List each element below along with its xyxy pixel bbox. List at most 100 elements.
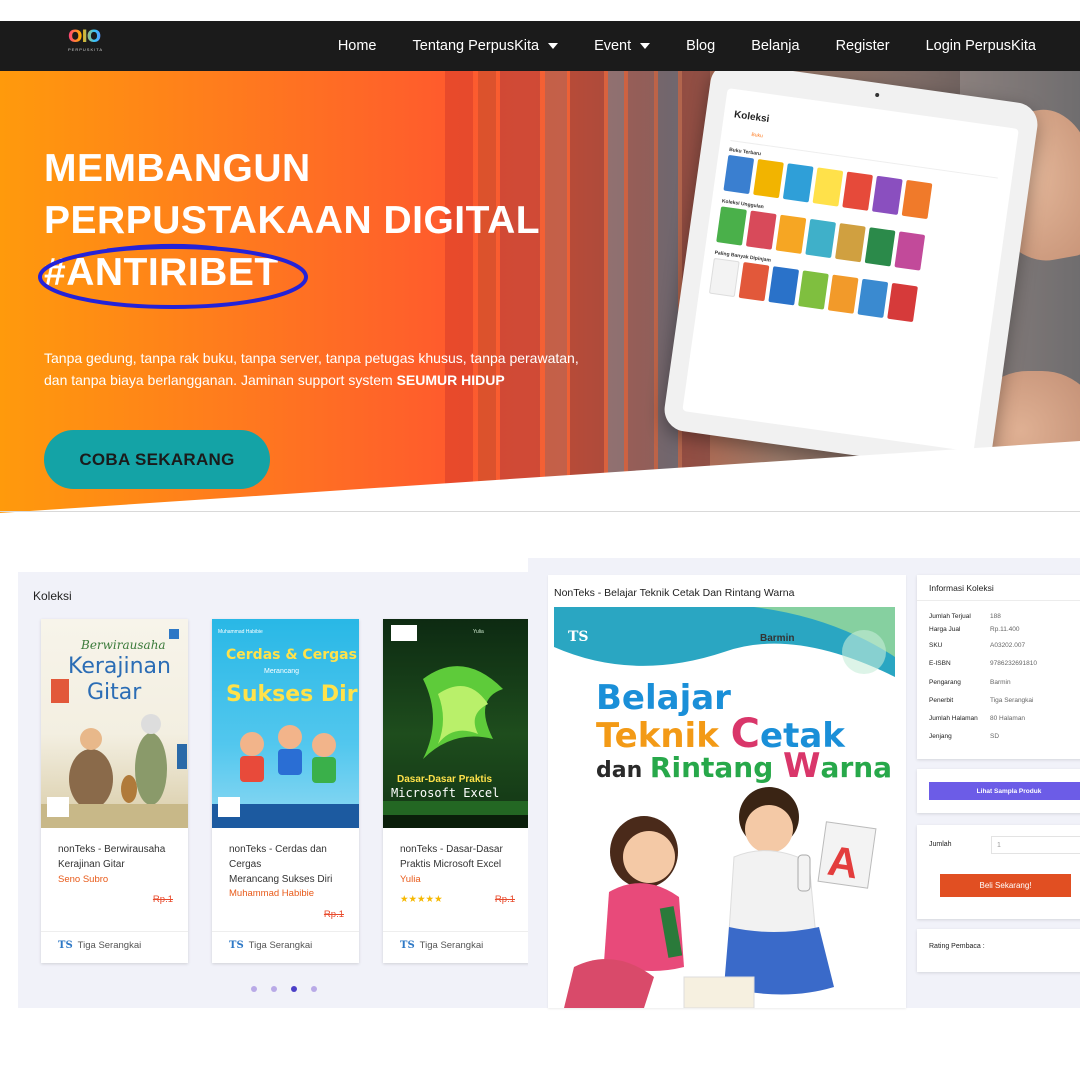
hero-title-line2: PERPUSTAKAAN DIGITAL xyxy=(44,199,541,242)
info-row: Pengarang Barmin xyxy=(929,679,1080,686)
cover-title-1: Cerdas & Cergas xyxy=(226,647,357,663)
book-card[interactable]: Berwirausaha Kerajinan Gitar nonTeks - B… xyxy=(41,619,188,963)
quantity-input[interactable]: 1 xyxy=(991,836,1080,854)
book-publisher: TS Tiga Serangkai xyxy=(229,940,312,951)
lihat-sample-button[interactable]: Lihat Sampla Produk xyxy=(929,782,1080,800)
book-price: Rp.1 xyxy=(323,909,344,920)
info-value: SD xyxy=(990,733,1000,740)
book-card[interactable]: Muhammad Habibie Cerdas & Cergas Meranca… xyxy=(212,619,359,963)
nav-register-label: Register xyxy=(835,38,890,54)
publisher-name: Tiga Serangkai xyxy=(419,940,484,951)
book-title-line3: Merancang Sukses Diri xyxy=(229,874,333,885)
nav-tentang[interactable]: Tentang PerpusKita xyxy=(395,38,577,54)
publisher-logo-icon: TS xyxy=(229,940,244,951)
info-key: SKU xyxy=(929,642,943,649)
nav-belanja[interactable]: Belanja xyxy=(733,38,817,54)
cover-author: Barmin xyxy=(760,633,794,644)
book-title-line1: nonTeks - Cerdas dan xyxy=(229,844,327,855)
nav-event-label: Event xyxy=(594,38,632,54)
publisher-logo-icon: TS xyxy=(58,940,73,951)
nav-home[interactable]: Home xyxy=(320,38,395,54)
book-title[interactable]: nonTeks - Cerdas dan Cergas Merancang Su… xyxy=(229,842,349,887)
cover-illustration: Yulia Dasar-Dasar Praktis Microsoft Exce… xyxy=(383,625,530,828)
product-title: NonTeks - Belajar Teknik Cetak Dan Rinta… xyxy=(554,587,795,599)
info-divider xyxy=(917,600,1080,601)
info-key: E-ISBN xyxy=(929,660,951,667)
carousel-dot-active[interactable] xyxy=(291,986,297,992)
book-title-line1: nonTeks - Dasar-Dasar xyxy=(400,844,503,855)
book-title[interactable]: nonTeks - Berwirausaha Kerajinan Gitar xyxy=(58,842,178,872)
cover-author: Muhammad Habibie xyxy=(218,629,263,635)
logo-mark: OIO xyxy=(68,29,108,46)
publisher-name: Tiga Serangkai xyxy=(77,940,142,951)
book-title-line1: nonTeks - Berwirausaha xyxy=(58,844,166,855)
info-row: Jumlah Terjual 188 xyxy=(929,613,1080,620)
publisher-logo-icon: TS xyxy=(400,940,415,951)
info-value: 9786232691810 xyxy=(990,660,1037,667)
coba-sekarang-button[interactable]: COBA SEKARANG xyxy=(44,430,270,489)
book-card[interactable]: Yulia Dasar-Dasar Praktis Microsoft Exce… xyxy=(383,619,530,963)
info-key: Jumlah Halaman xyxy=(929,715,978,722)
hero-description-emphasis: SEUMUR HIDUP xyxy=(396,372,505,388)
info-row: Penerbit Tiga Serangkai xyxy=(929,697,1080,704)
hero-title-line1: MEMBANGUN xyxy=(44,147,311,190)
carousel-dot[interactable] xyxy=(271,986,277,992)
rating-card: Rating Pembaca : xyxy=(917,929,1080,972)
book-title-line2: Cergas xyxy=(229,859,262,870)
book-author[interactable]: Muhammad Habibie xyxy=(229,888,314,899)
perpuskita-logo[interactable]: OIO PERPUSKITA xyxy=(68,29,108,61)
nav-blog[interactable]: Blog xyxy=(668,38,733,54)
info-value: Tiga Serangkai xyxy=(990,697,1034,704)
info-value: 188 xyxy=(990,613,1001,620)
card-divider xyxy=(383,931,530,932)
caret-down-icon xyxy=(640,43,651,49)
card-divider xyxy=(212,931,359,932)
info-value: Rp.11.400 xyxy=(990,626,1020,633)
nav-register[interactable]: Register xyxy=(818,38,908,54)
book-publisher: TS Tiga Serangkai xyxy=(400,940,483,951)
cover-line3d: arna xyxy=(821,751,893,784)
hand-drawn-circle-icon xyxy=(38,243,308,309)
beli-sekarang-button[interactable]: Beli Sekarang! xyxy=(940,874,1071,897)
book-title[interactable]: nonTeks - Dasar-Dasar Praktis Microsoft … xyxy=(400,842,520,872)
cover-title-2: Microsoft Excel xyxy=(391,786,499,800)
info-value: 80 Halaman xyxy=(990,715,1026,722)
star-rating-icon: ★★★★★ xyxy=(400,894,443,905)
page: OIO PERPUSKITA Home Tentang PerpusKita E… xyxy=(0,0,1080,1080)
nav-menu: Home Tentang PerpusKita Event Blog Belan… xyxy=(320,21,1054,71)
carousel-dot[interactable] xyxy=(311,986,317,992)
book-price: Rp.1 xyxy=(152,894,173,905)
section-divider xyxy=(0,511,1080,512)
info-heading: Informasi Koleksi xyxy=(929,583,994,593)
cover-line3c: W xyxy=(783,746,821,786)
info-row: Jenjang SD xyxy=(929,733,1080,740)
logo-wordmark: PERPUSKITA xyxy=(68,47,104,52)
nav-login[interactable]: Login PerpusKita xyxy=(908,38,1054,54)
book-publisher: TS Tiga Serangkai xyxy=(58,940,141,951)
publisher-name: Tiga Serangkai xyxy=(248,940,313,951)
book-cover-image[interactable]: Yulia Dasar-Dasar Praktis Microsoft Exce… xyxy=(383,619,530,828)
cover-title-3: Sukses Diri xyxy=(226,682,359,707)
cover-author: Yulia xyxy=(473,629,484,635)
cover-illustration: Muhammad Habibie Cerdas & Cergas Meranca… xyxy=(212,629,359,828)
book-author[interactable]: Seno Subro xyxy=(58,874,108,885)
nav-login-label: Login PerpusKita xyxy=(925,38,1036,54)
koleksi-title: Koleksi xyxy=(33,589,72,603)
hero-description: Tanpa gedung, tanpa rak buku, tanpa serv… xyxy=(44,347,604,391)
book-cover-image[interactable]: Berwirausaha Kerajinan Gitar xyxy=(41,619,188,828)
nav-event[interactable]: Event xyxy=(576,38,668,54)
product-cover-image[interactable]: TS Barmin Belajar Teknik Cetak dan Rinta… xyxy=(554,607,895,1008)
info-row: SKU A03202.007 xyxy=(929,642,1080,649)
info-row: Harga Jual Rp.11.400 xyxy=(929,626,1080,633)
caret-down-icon xyxy=(548,43,559,49)
book-author[interactable]: Yulia xyxy=(400,874,421,885)
book-title-line2: Praktis Microsoft Excel xyxy=(400,859,502,870)
cover-title-1: Dasar-Dasar Praktis xyxy=(397,774,492,785)
info-value: A03202.007 xyxy=(990,642,1026,649)
nav-home-label: Home xyxy=(337,38,377,54)
cover-line2a: Teknik xyxy=(596,716,731,756)
cover-title-2: Kerajinan xyxy=(68,654,171,679)
info-key: Pengarang xyxy=(929,679,961,686)
carousel-dot[interactable] xyxy=(251,986,257,992)
book-cover-image[interactable]: Muhammad Habibie Cerdas & Cergas Meranca… xyxy=(212,619,359,828)
